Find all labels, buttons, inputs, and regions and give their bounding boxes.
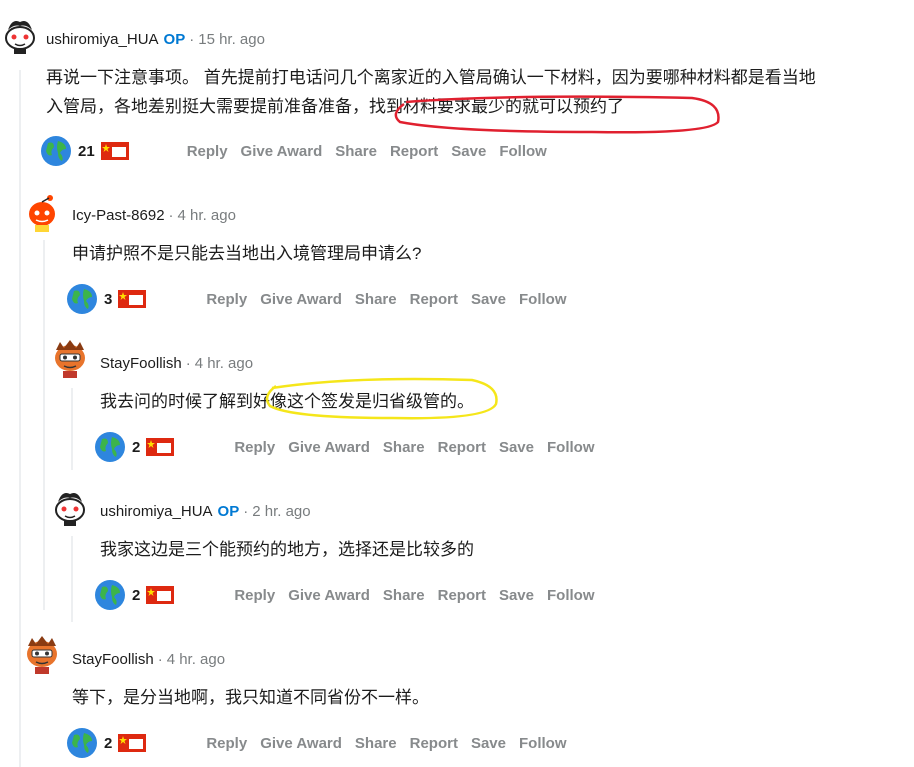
- follow-button[interactable]: Follow: [547, 587, 595, 604]
- vote-score: 2: [132, 438, 141, 456]
- report-button[interactable]: Report: [410, 291, 458, 308]
- reply-button[interactable]: Reply: [206, 735, 247, 752]
- comment-body: 我去问的时候了解到好像这个签发是归省级管的。: [100, 387, 880, 416]
- share-button[interactable]: Share: [355, 735, 397, 752]
- separator-dot: ·: [185, 355, 191, 372]
- vote-score: 21: [78, 142, 95, 160]
- report-button[interactable]: Report: [410, 735, 458, 752]
- thread-line[interactable]: [19, 70, 21, 767]
- save-button[interactable]: Save: [499, 587, 534, 604]
- user-avatar[interactable]: [22, 634, 62, 674]
- follow-button[interactable]: Follow: [499, 143, 547, 160]
- comment-author[interactable]: ushiromiya_HUA: [100, 503, 213, 520]
- china-flag-icon[interactable]: [118, 290, 147, 308]
- china-flag-icon[interactable]: [100, 142, 129, 160]
- comment-timestamp[interactable]: 4 hr. ago: [167, 651, 225, 668]
- comment-text-line: 我家这边是三个能预约的地方，选择还是比较多的: [100, 540, 474, 559]
- share-button[interactable]: Share: [383, 587, 425, 604]
- reply-button[interactable]: Reply: [234, 439, 275, 456]
- comment-author[interactable]: StayFoollish: [72, 651, 154, 668]
- comment-body: 申请护照不是只能去当地出入境管理局申请么?: [72, 239, 872, 268]
- comment-text-line: 等下，是分当地啊，我只知道不同省份不一样。: [72, 688, 429, 707]
- comment-text-line: 入管局，各地差别挺大需要提前准备准备，找到材料要求最少的就可以预约了: [46, 97, 624, 116]
- share-button[interactable]: Share: [355, 291, 397, 308]
- comment-text-line: 再说一下注意事项。 首先提前打电话问几个离家近的入管局确认一下材料，因为要哪种材…: [46, 68, 816, 87]
- vote-score: 2: [132, 586, 141, 604]
- share-button[interactable]: Share: [335, 143, 377, 160]
- comment-timestamp[interactable]: 4 hr. ago: [178, 207, 236, 224]
- globe-award-icon[interactable]: [40, 135, 72, 167]
- reply-button[interactable]: Reply: [234, 587, 275, 604]
- save-button[interactable]: Save: [471, 291, 506, 308]
- op-badge: OP: [217, 503, 240, 520]
- thread-line[interactable]: [71, 536, 73, 622]
- comment-actions: 21 Reply Give Award Share Report Save Fo…: [40, 133, 560, 169]
- save-button[interactable]: Save: [471, 735, 506, 752]
- user-avatar[interactable]: [0, 14, 40, 54]
- report-button[interactable]: Report: [438, 439, 486, 456]
- comment-actions: 3 Reply Give Award Share Report Save Fol…: [66, 281, 580, 317]
- comment-body: 等下，是分当地啊，我只知道不同省份不一样。: [72, 683, 872, 712]
- report-button[interactable]: Report: [438, 587, 486, 604]
- comment-body: 我家这边是三个能预约的地方，选择还是比较多的: [100, 535, 880, 564]
- comment-body: 再说一下注意事项。 首先提前打电话问几个离家近的入管局确认一下材料，因为要哪种材…: [46, 63, 906, 121]
- give-award-button[interactable]: Give Award: [288, 587, 370, 604]
- user-avatar[interactable]: [50, 338, 90, 378]
- globe-award-icon[interactable]: [66, 727, 98, 759]
- china-flag-icon[interactable]: [146, 586, 175, 604]
- reply-button[interactable]: Reply: [206, 291, 247, 308]
- globe-award-icon[interactable]: [66, 283, 98, 315]
- vote-score: 2: [104, 734, 113, 752]
- globe-award-icon[interactable]: [94, 579, 126, 611]
- comment-timestamp[interactable]: 4 hr. ago: [195, 355, 253, 372]
- save-button[interactable]: Save: [499, 439, 534, 456]
- follow-button[interactable]: Follow: [547, 439, 595, 456]
- comment-timestamp[interactable]: 15 hr. ago: [198, 31, 265, 48]
- thread-line[interactable]: [71, 388, 73, 470]
- thread-line[interactable]: [43, 240, 45, 610]
- globe-award-icon[interactable]: [94, 431, 126, 463]
- give-award-button[interactable]: Give Award: [260, 735, 342, 752]
- comment-text-line: 我去问的时候了解到好像这个签发是归省级管的。: [100, 392, 474, 411]
- comment-author[interactable]: StayFoollish: [100, 355, 182, 372]
- comment-actions: 2 Reply Give Award Share Report Save Fol…: [94, 429, 608, 465]
- comment-text-line: 申请护照不是只能去当地出入境管理局申请么?: [72, 244, 422, 263]
- separator-dot: ·: [243, 503, 249, 520]
- follow-button[interactable]: Follow: [519, 291, 567, 308]
- separator-dot: ·: [189, 31, 195, 48]
- share-button[interactable]: Share: [383, 439, 425, 456]
- vote-score: 3: [104, 290, 113, 308]
- follow-button[interactable]: Follow: [519, 735, 567, 752]
- comment-actions: 2 Reply Give Award Share Report Save Fol…: [66, 725, 580, 761]
- report-button[interactable]: Report: [390, 143, 438, 160]
- separator-dot: ·: [157, 651, 163, 668]
- give-award-button[interactable]: Give Award: [260, 291, 342, 308]
- give-award-button[interactable]: Give Award: [241, 143, 323, 160]
- give-award-button[interactable]: Give Award: [288, 439, 370, 456]
- china-flag-icon[interactable]: [146, 438, 175, 456]
- comment-author[interactable]: ushiromiya_HUA: [46, 31, 159, 48]
- save-button[interactable]: Save: [451, 143, 486, 160]
- op-badge: OP: [163, 31, 186, 48]
- comment-author[interactable]: Icy-Past-8692: [72, 207, 165, 224]
- comment-actions: 2 Reply Give Award Share Report Save Fol…: [94, 577, 608, 613]
- separator-dot: ·: [168, 207, 174, 224]
- comment-timestamp[interactable]: 2 hr. ago: [252, 503, 310, 520]
- user-avatar[interactable]: [22, 192, 62, 232]
- reply-button[interactable]: Reply: [187, 143, 228, 160]
- user-avatar[interactable]: [50, 486, 90, 526]
- china-flag-icon[interactable]: [118, 734, 147, 752]
